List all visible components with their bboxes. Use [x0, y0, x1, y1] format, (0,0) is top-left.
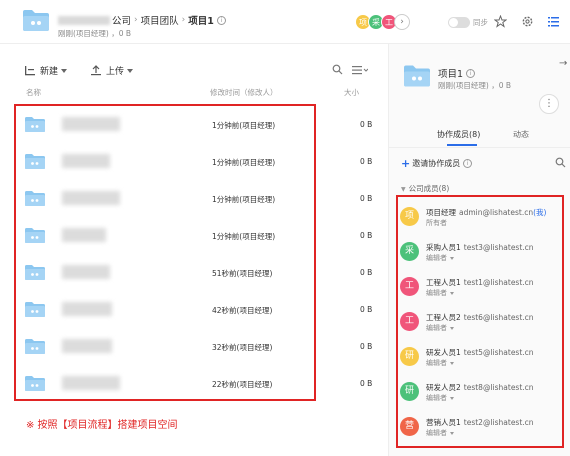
breadcrumb-redacted: [58, 15, 110, 25]
view-mode-icon[interactable]: [352, 65, 368, 75]
sync-toggle[interactable]: 同步: [448, 17, 488, 28]
column-header-size[interactable]: 大小: [344, 87, 359, 98]
chevron-down-icon: [61, 68, 68, 73]
upload-button[interactable]: 上传: [90, 64, 134, 77]
member-avatars[interactable]: 项 采 工 ›: [355, 14, 410, 30]
search-icon[interactable]: [555, 157, 566, 168]
gear-icon[interactable]: [521, 15, 534, 28]
tab-members[interactable]: 协作成员(8): [437, 129, 480, 140]
panel-title: 项目1 i: [438, 66, 476, 80]
new-label: 新建: [40, 67, 59, 77]
breadcrumb-current: 项目1: [188, 16, 214, 27]
list-icon[interactable]: [547, 15, 560, 28]
file-size: 0 B: [360, 194, 373, 203]
column-header-modified[interactable]: 修改时间（修改人）: [210, 87, 278, 98]
breadcrumb-separator: ›: [134, 15, 138, 25]
more-options-button[interactable]: ⋮: [539, 94, 559, 114]
search-icon[interactable]: [332, 64, 343, 75]
info-icon[interactable]: i: [466, 68, 476, 78]
folder-meta: 刚刚(项目经理) ，0 B: [58, 29, 132, 38]
breadcrumb-team[interactable]: 项目团队: [141, 13, 179, 27]
company-members-group[interactable]: ▼ 公司成员(8): [401, 183, 449, 194]
invite-members-button[interactable]: + 邀请协作成员 i: [401, 157, 473, 170]
page-header: 公司 › 项目团队 › 项目1 i 刚刚(项目经理) ，0 B 项 采 工 › …: [0, 0, 570, 44]
info-icon[interactable]: i: [216, 15, 226, 25]
file-size: 0 B: [360, 305, 373, 314]
active-tab-indicator: [447, 144, 477, 146]
star-icon[interactable]: [494, 15, 507, 28]
file-size: 0 B: [360, 379, 373, 388]
info-icon[interactable]: i: [463, 159, 473, 168]
file-size: 0 B: [360, 268, 373, 277]
folder-icon: [23, 10, 49, 31]
panel-title-text: 项目1: [438, 69, 464, 80]
annotation-note: ※ 按照【项目流程】搭建项目空间: [26, 420, 178, 431]
arrow-right-icon[interactable]: →: [559, 58, 567, 69]
invite-label: 邀请协作成员: [412, 159, 461, 168]
company-members-label: 公司成员(8): [408, 184, 450, 193]
upload-icon: [91, 65, 101, 76]
breadcrumb-separator: ›: [181, 15, 186, 25]
chevron-down-icon: [127, 68, 134, 73]
upload-label: 上传: [106, 67, 125, 77]
more-members-button[interactable]: ›: [394, 14, 410, 30]
file-size: 0 B: [360, 231, 373, 240]
new-button[interactable]: 新建: [24, 64, 68, 77]
file-list-highlight-box: [14, 104, 316, 401]
folder-icon: [404, 65, 430, 87]
file-size: 0 B: [360, 342, 373, 351]
breadcrumb-company[interactable]: 公司: [112, 13, 131, 27]
toggle-switch[interactable]: [448, 17, 470, 28]
panel-meta: 刚刚(项目经理) ，0 B: [438, 81, 512, 90]
sync-label: 同步: [473, 18, 488, 27]
tab-activity[interactable]: 动态: [513, 129, 529, 140]
plus-icon: +: [401, 157, 411, 170]
breadcrumb: 公司 › 项目团队 › 项目1 i: [58, 13, 226, 27]
new-doc-icon: [25, 66, 35, 76]
member-list-highlight-box: [396, 195, 564, 448]
column-header-name[interactable]: 名称: [26, 87, 41, 98]
divider: [389, 147, 570, 148]
file-size: 0 B: [360, 120, 373, 129]
file-size: 0 B: [360, 157, 373, 166]
chevron-down-icon: ▼: [401, 186, 406, 193]
